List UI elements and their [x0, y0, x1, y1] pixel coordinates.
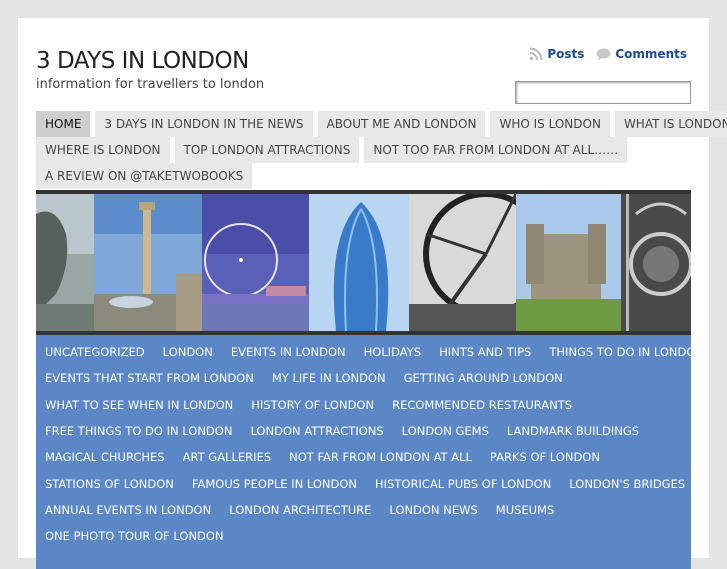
category-link[interactable]: PARKS OF LONDON [490, 450, 600, 464]
category-link[interactable]: UNCATEGORIZED [45, 345, 145, 359]
category-link[interactable]: FAMOUS PEOPLE IN LONDON [192, 477, 357, 491]
banner-panel-lion-statue [36, 194, 94, 331]
nav-item-where-is-london[interactable]: WHERE IS LONDON [36, 137, 170, 163]
banner-panel-london-eye [202, 194, 309, 331]
nav-item-home[interactable]: HOME [36, 111, 91, 137]
comments-label: Comments [615, 47, 687, 61]
category-link[interactable]: MAGICAL CHURCHES [45, 450, 165, 464]
category-link[interactable]: WHAT TO SEE WHEN IN LONDON [45, 398, 233, 412]
category-link[interactable]: HINTS AND TIPS [439, 345, 531, 359]
category-link[interactable]: ART GALLERIES [183, 450, 272, 464]
nav-item-not-too-far-from-london[interactable]: NOT TOO FAR FROM LONDON AT ALL…… [364, 137, 628, 163]
category-link[interactable]: HISTORY OF LONDON [251, 398, 374, 412]
category-link[interactable]: ONE PHOTO TOUR OF LONDON [45, 529, 224, 543]
category-link[interactable]: MUSEUMS [496, 503, 555, 517]
category-row: UNCATEGORIZED LONDON EVENTS IN LONDON HO… [36, 339, 704, 365]
category-link[interactable]: LONDON'S BRIDGES [569, 477, 685, 491]
nav-item-review-taketwobooks[interactable]: A REVIEW ON @TAKETWOBOOKS [36, 163, 253, 189]
page-container: 3 DAYS IN LONDON information for travell… [18, 18, 727, 569]
category-link[interactable]: EVENTS THAT START FROM LONDON [45, 371, 254, 385]
category-row: WHAT TO SEE WHEN IN LONDON HISTORY OF LO… [36, 392, 691, 418]
category-menu: UNCATEGORIZED LONDON EVENTS IN LONDON HO… [36, 335, 704, 569]
category-link[interactable]: LONDON ATTRACTIONS [250, 424, 383, 438]
category-link[interactable]: EVENTS IN LONDON [231, 345, 346, 359]
category-row: EVENTS THAT START FROM LONDON MY LIFE IN… [36, 365, 691, 391]
category-link[interactable]: LONDON GEMS [402, 424, 489, 438]
site-title[interactable]: 3 DAYS IN LONDON [36, 48, 249, 74]
nav-item-about-me-and-london[interactable]: ABOUT ME AND LONDON [317, 111, 486, 137]
comments-feed-link[interactable]: Comments [596, 47, 687, 61]
nav-item-3-days-in-london-in-the-news[interactable]: 3 DAYS IN LONDON IN THE NEWS [95, 111, 313, 137]
category-link[interactable]: NOT FAR FROM LONDON AT ALL [289, 450, 472, 464]
category-row: FREE THINGS TO DO IN LONDON LONDON ATTRA… [36, 418, 691, 444]
posts-feed-link[interactable]: Posts [529, 47, 584, 61]
category-link[interactable]: LONDON NEWS [389, 503, 477, 517]
nav-row: HOME 3 DAYS IN LONDON IN THE NEWS ABOUT … [36, 111, 727, 137]
banner-panel-gherkin [309, 194, 409, 331]
category-row: STATIONS OF LONDON FAMOUS PEOPLE IN LOND… [36, 470, 691, 496]
nav-row: A REVIEW ON @TAKETWOBOOKS [36, 163, 696, 189]
search-input[interactable] [515, 81, 691, 104]
site-description: information for travellers to london [36, 77, 265, 92]
banner-panel-ornate-gate [621, 194, 691, 331]
category-link[interactable]: HOLIDAYS [364, 345, 421, 359]
nav-item-top-london-attractions[interactable]: TOP LONDON ATTRACTIONS [174, 137, 360, 163]
banner-panel-tower-of-london [516, 194, 621, 331]
banner-panel-nelsons-column [94, 194, 202, 331]
posts-label: Posts [547, 47, 585, 61]
main-navigation: HOME 3 DAYS IN LONDON IN THE NEWS ABOUT … [36, 111, 727, 189]
category-link[interactable]: LANDMARK BUILDINGS [507, 424, 639, 438]
category-link[interactable]: LONDON ARCHITECTURE [229, 503, 371, 517]
nav-item-who-is-london[interactable]: WHO IS LONDON [490, 111, 610, 137]
category-link[interactable]: GETTING AROUND LONDON [404, 371, 563, 385]
category-link[interactable]: RECOMMENDED RESTAURANTS [392, 398, 572, 412]
category-link[interactable]: MY LIFE IN LONDON [272, 371, 386, 385]
category-link[interactable]: HISTORICAL PUBS OF LONDON [375, 477, 551, 491]
nav-item-what-is-london[interactable]: WHAT IS LONDON [614, 111, 727, 137]
category-link[interactable]: ANNUAL EVENTS IN LONDON [45, 503, 211, 517]
comment-bubble-icon [596, 48, 611, 60]
category-row: ANNUAL EVENTS IN LONDON LONDON ARCHITECT… [36, 497, 691, 523]
feed-links: Posts Comments [529, 47, 687, 61]
category-link[interactable]: STATIONS OF LONDON [45, 477, 174, 491]
rss-icon [530, 47, 543, 61]
header-banner-image [36, 190, 691, 335]
category-row: ONE PHOTO TOUR OF LONDON [36, 523, 691, 549]
category-link[interactable]: FREE THINGS TO DO IN LONDON [45, 424, 232, 438]
category-row: MAGICAL CHURCHES ART GALLERIES NOT FAR F… [36, 444, 691, 470]
nav-row: WHERE IS LONDON TOP LONDON ATTRACTIONS N… [36, 137, 696, 163]
category-link[interactable]: LONDON [163, 345, 213, 359]
category-link[interactable]: THINGS TO DO IN LONDON [549, 345, 704, 359]
